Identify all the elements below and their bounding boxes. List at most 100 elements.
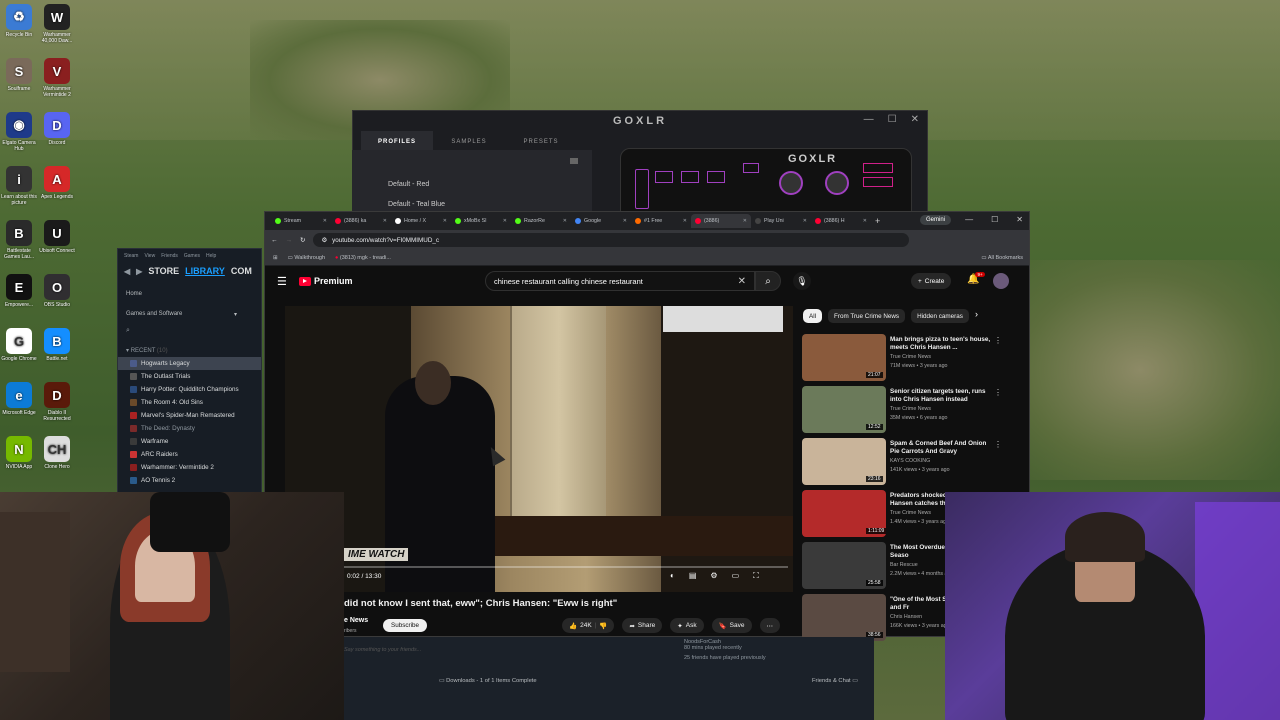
browser-tab[interactable]: (3886) H ✕: [811, 214, 871, 228]
close-tab-icon[interactable]: ✕: [863, 218, 867, 224]
steam-home-link[interactable]: Home: [118, 279, 261, 303]
browser-tab[interactable]: (3886) ka ✕: [331, 214, 391, 228]
channel-name[interactable]: e News: [344, 617, 368, 624]
maximize-icon[interactable]: ☐: [991, 215, 998, 224]
recommendation-channel[interactable]: Bar Rescue: [890, 562, 918, 568]
desktop-icon[interactable]: O OBS Studio: [38, 274, 76, 308]
profile-item[interactable]: Default - Teal Blue: [388, 201, 445, 208]
gemini-button[interactable]: Gemini: [919, 215, 951, 225]
site-info-icon[interactable]: ⚙: [321, 237, 327, 244]
desktop-icon[interactable]: ◉ Elgato Camera Hub: [0, 112, 38, 152]
recommendation-channel[interactable]: True Crime News: [890, 406, 931, 412]
close-tab-icon[interactable]: ✕: [383, 218, 387, 224]
settings-gear-icon[interactable]: ⚙: [710, 571, 717, 581]
steam-game-item[interactable]: Warframe: [118, 435, 261, 448]
steam-game-item[interactable]: ARC Raiders: [118, 448, 261, 461]
ask-button[interactable]: ✦ Ask: [670, 618, 704, 633]
recommendation-item[interactable]: 23:16 Spam & Corned Beef And Onion Pie Ca…: [802, 438, 1008, 490]
steam-game-item[interactable]: Harry Potter: Quidditch Champions: [118, 383, 261, 396]
steam-window[interactable]: Steam View Friends Games Help ◀ ▶ STORE …: [117, 248, 262, 493]
recommendation-channel[interactable]: True Crime News: [890, 354, 931, 360]
desktop-icon[interactable]: D Diablo II Resurrected: [38, 382, 76, 422]
close-tab-icon[interactable]: ✕: [503, 218, 507, 224]
chip-hidden-cameras[interactable]: Hidden cameras: [911, 309, 969, 323]
menu-help[interactable]: Help: [206, 253, 216, 259]
apps-icon[interactable]: ⊞: [273, 255, 278, 261]
desktop-icon[interactable]: D Discord: [38, 112, 76, 146]
desktop-icon[interactable]: U Ubisoft Connect: [38, 220, 76, 254]
desktop-icon[interactable]: e Microsoft Edge: [0, 382, 38, 416]
more-vertical-icon[interactable]: ⋮: [994, 336, 1002, 345]
minimize-icon[interactable]: —: [864, 114, 874, 125]
forward-arrow-icon[interactable]: ▶: [136, 267, 142, 276]
avatar[interactable]: [993, 273, 1009, 289]
browser-tab[interactable]: #1 Free ✕: [631, 214, 691, 228]
desktop-icon[interactable]: S Soulframe: [0, 58, 38, 92]
back-arrow-icon[interactable]: ◀: [124, 267, 130, 276]
notifications-bell-icon[interactable]: 🔔9+: [967, 272, 989, 285]
desktop-icon[interactable]: i Learn about this picture: [0, 166, 38, 206]
close-tab-icon[interactable]: ✕: [803, 218, 807, 224]
more-options-button[interactable]: ⋯: [759, 618, 780, 633]
profile-item[interactable]: Default - Red: [388, 181, 429, 188]
recommendation-channel[interactable]: Chris Hansen: [890, 614, 922, 620]
desktop-icon[interactable]: B Battle.net: [38, 328, 76, 362]
menu-games[interactable]: Games: [184, 253, 200, 259]
close-tab-icon[interactable]: ✕: [743, 218, 747, 224]
menu-view[interactable]: View: [144, 253, 155, 259]
friend-entry[interactable]: NoodsForCash 80 mins played recently 25 …: [684, 639, 766, 661]
maximize-icon[interactable]: ☐: [888, 114, 897, 125]
desktop-icon[interactable]: W Warhammer 40,000 Daw...: [38, 4, 76, 44]
save-button[interactable]: 🔖 Save: [711, 618, 752, 633]
subtitles-icon[interactable]: ▤: [689, 571, 697, 581]
clear-search-icon[interactable]: ✕: [738, 276, 746, 287]
close-icon[interactable]: ✕: [1016, 215, 1023, 224]
youtube-logo[interactable]: Premium: [299, 276, 353, 286]
video-progress-bar[interactable]: [290, 566, 788, 568]
folder-icon[interactable]: [570, 158, 578, 164]
search-button[interactable]: ⌕: [755, 271, 781, 291]
minimize-icon[interactable]: —: [965, 215, 973, 224]
recommendation-channel[interactable]: KAYS COOKING: [890, 458, 930, 464]
url-input[interactable]: ⚙ youtube.com/watch?v=FI0MMIMUD_c: [313, 233, 909, 247]
goxlr-window-controls[interactable]: — ☐ ✕: [864, 114, 919, 125]
new-tab-button[interactable]: +: [875, 216, 880, 226]
desktop-icon[interactable]: B Battlestate Games Lau...: [0, 220, 38, 260]
steam-game-item[interactable]: Hogwarts Legacy: [118, 357, 261, 370]
more-vertical-icon[interactable]: ⋮: [994, 388, 1002, 397]
reload-icon[interactable]: ↻: [300, 236, 305, 244]
bookmark-mgk[interactable]: ● (3813) mgk - treadi...: [335, 255, 391, 261]
search-input[interactable]: chinese restaurant calling chinese resta…: [485, 271, 755, 291]
search-icon[interactable]: ⌕: [126, 327, 253, 339]
close-tab-icon[interactable]: ✕: [623, 218, 627, 224]
microphone-icon[interactable]: 🎙: [793, 272, 811, 290]
steam-game-item[interactable]: AO Tennis 2: [118, 474, 261, 487]
forward-icon[interactable]: →: [286, 237, 293, 244]
all-bookmarks[interactable]: ▭ All Bookmarks: [981, 255, 1023, 261]
steam-game-item[interactable]: The Room 4: Old Sins: [118, 396, 261, 409]
chat-input[interactable]: Say something to your friends...: [344, 647, 421, 653]
recommendation-item[interactable]: 12:52 Senior citizen targets teen, runs i…: [802, 386, 1008, 438]
recommendation-title[interactable]: Man brings pizza to teen's house, meets …: [890, 336, 994, 352]
menu-steam[interactable]: Steam: [124, 253, 138, 259]
recommendation-title[interactable]: Spam & Corned Beef And Onion Pie Carrots…: [890, 440, 994, 456]
thumbs-down-icon[interactable]: 👎: [599, 622, 607, 630]
hamburger-menu-icon[interactable]: ☰: [277, 275, 287, 288]
fullscreen-icon[interactable]: ⛶: [753, 571, 759, 581]
subscribe-button[interactable]: Subscribe: [383, 619, 428, 632]
chevron-right-icon[interactable]: ›: [975, 309, 978, 323]
close-tab-icon[interactable]: ✕: [323, 218, 327, 224]
browser-tab[interactable]: Stream ✕: [271, 214, 331, 228]
share-button[interactable]: ➦ Share: [622, 618, 663, 633]
browser-tab[interactable]: (3886) ✕: [691, 214, 751, 228]
browser-tab[interactable]: xMoBx Sl ✕: [451, 214, 511, 228]
desktop-icon[interactable]: N NVIDIA App: [0, 436, 38, 470]
steam-game-item[interactable]: Marvel's Spider-Man Remastered: [118, 409, 261, 422]
browser-tab[interactable]: Play Uni ✕: [751, 214, 811, 228]
browser-tab[interactable]: RazorRe ✕: [511, 214, 571, 228]
steam-filter-dropdown[interactable]: Games and Software ▾: [118, 303, 261, 325]
steam-game-item[interactable]: The Deed: Dynasty: [118, 422, 261, 435]
recommendation-item[interactable]: 21:07 Man brings pizza to teen's house, m…: [802, 334, 1008, 386]
desktop-icon[interactable]: V Warhammer Vermintide 2: [38, 58, 76, 98]
browser-tab[interactable]: Home / X ✕: [391, 214, 451, 228]
